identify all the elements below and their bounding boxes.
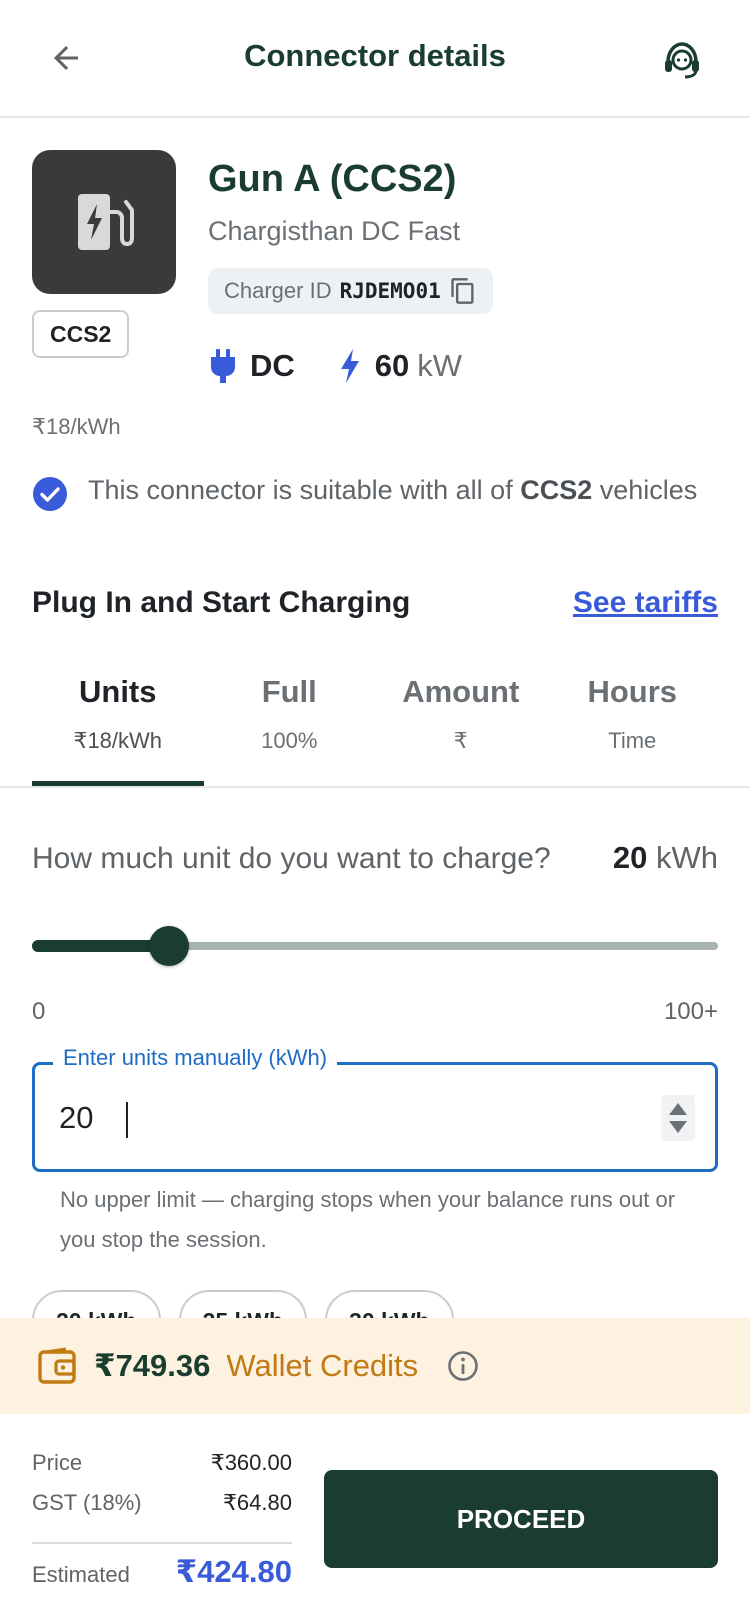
price-summary: Price ₹360.00 GST (18%) ₹64.80 Estimated…: [32, 1450, 292, 1590]
wallet-label: Wallet Credits: [226, 1348, 419, 1383]
page-title: Connector details: [244, 38, 506, 73]
copy-icon[interactable]: [449, 277, 477, 305]
estimated-row: Estimated ₹424.80: [32, 1554, 292, 1589]
units-input[interactable]: [59, 1093, 619, 1143]
checkout-footer: Price ₹360.00 GST (18%) ₹64.80 Estimated…: [0, 1414, 750, 1624]
wallet-info-button[interactable]: [446, 1349, 480, 1383]
ev-charger-icon: [78, 194, 134, 250]
plug-icon: [211, 349, 235, 383]
wallet-strip: ₹749.36 Wallet Credits: [0, 1318, 750, 1414]
support-button[interactable]: [658, 36, 706, 84]
units-input-label: Enter units manually (kWh): [53, 1045, 338, 1071]
tab-hours[interactable]: Hours Time: [547, 670, 719, 786]
rate-text: ₹18/kWh: [32, 414, 121, 439]
tab-amount[interactable]: Amount ₹: [375, 670, 547, 786]
power-value: 60: [374, 348, 410, 383]
wallet-amount: ₹749.36: [94, 1348, 211, 1383]
charge-mode-tabs: Units ₹18/kWh Full 100% Amount ₹ Hours T…: [32, 670, 718, 786]
units-helper-text: No upper limit — charging stops when you…: [60, 1187, 676, 1252]
app-header: Connector details: [0, 0, 750, 118]
section-title: Plug In and Start Charging: [32, 586, 411, 619]
compatibility-note: This connector is suitable with all of C…: [32, 470, 722, 512]
info-icon: [448, 1351, 478, 1381]
compatibility-type: CCS2: [520, 475, 593, 505]
charger-id-box[interactable]: Charger ID RJDEMO01: [208, 268, 493, 314]
tab-full[interactable]: Full 100%: [204, 670, 376, 786]
units-stepper[interactable]: [661, 1095, 695, 1141]
headset-icon: [665, 42, 699, 79]
connector-title: Gun A (CCS2): [208, 158, 457, 200]
estimated-total: ₹424.80: [175, 1554, 292, 1589]
tabs-divider: [0, 786, 750, 788]
text-caret: [126, 1102, 128, 1138]
current-type-spec: DC: [210, 348, 295, 384]
charger-id-value: RJDEMO01: [339, 279, 441, 303]
power-unit: kW: [417, 348, 463, 383]
connector-type-chip: CCS2: [32, 310, 130, 358]
price-row: Price ₹360.00: [32, 1450, 292, 1475]
lightning-icon: [340, 349, 359, 383]
chevron-up-icon[interactable]: [669, 1103, 687, 1115]
slider-thumb[interactable]: [149, 926, 190, 966]
check-circle-icon: [33, 477, 67, 511]
units-question: How much unit do you want to charge?: [32, 842, 551, 875]
summary-divider: [32, 1542, 292, 1544]
charger-id-label: Charger ID: [224, 278, 332, 303]
power-spec: 60 kW: [339, 348, 462, 384]
selected-units: 20 kWh: [612, 840, 718, 875]
slider-max-label: 100+: [663, 998, 718, 1025]
units-slider[interactable]: [32, 924, 718, 968]
chevron-down-icon[interactable]: [669, 1121, 687, 1133]
tab-units[interactable]: Units ₹18/kWh: [32, 670, 204, 786]
station-name: Chargisthan DC Fast: [208, 216, 461, 246]
current-type-value: DC: [250, 348, 295, 383]
units-input-field[interactable]: Enter units manually (kWh): [32, 1045, 718, 1172]
wallet-icon: [38, 1347, 76, 1384]
charger-specs: DC 60 kW: [210, 348, 506, 384]
slider-min-label: 0: [32, 998, 46, 1025]
gst-row: GST (18%) ₹64.80: [32, 1490, 292, 1515]
proceed-button[interactable]: PROCEED: [324, 1470, 718, 1568]
charger-image: [32, 150, 176, 294]
see-tariffs-link[interactable]: See tariffs: [573, 586, 718, 620]
compatibility-text: This connector is suitable with all of C…: [88, 475, 698, 505]
